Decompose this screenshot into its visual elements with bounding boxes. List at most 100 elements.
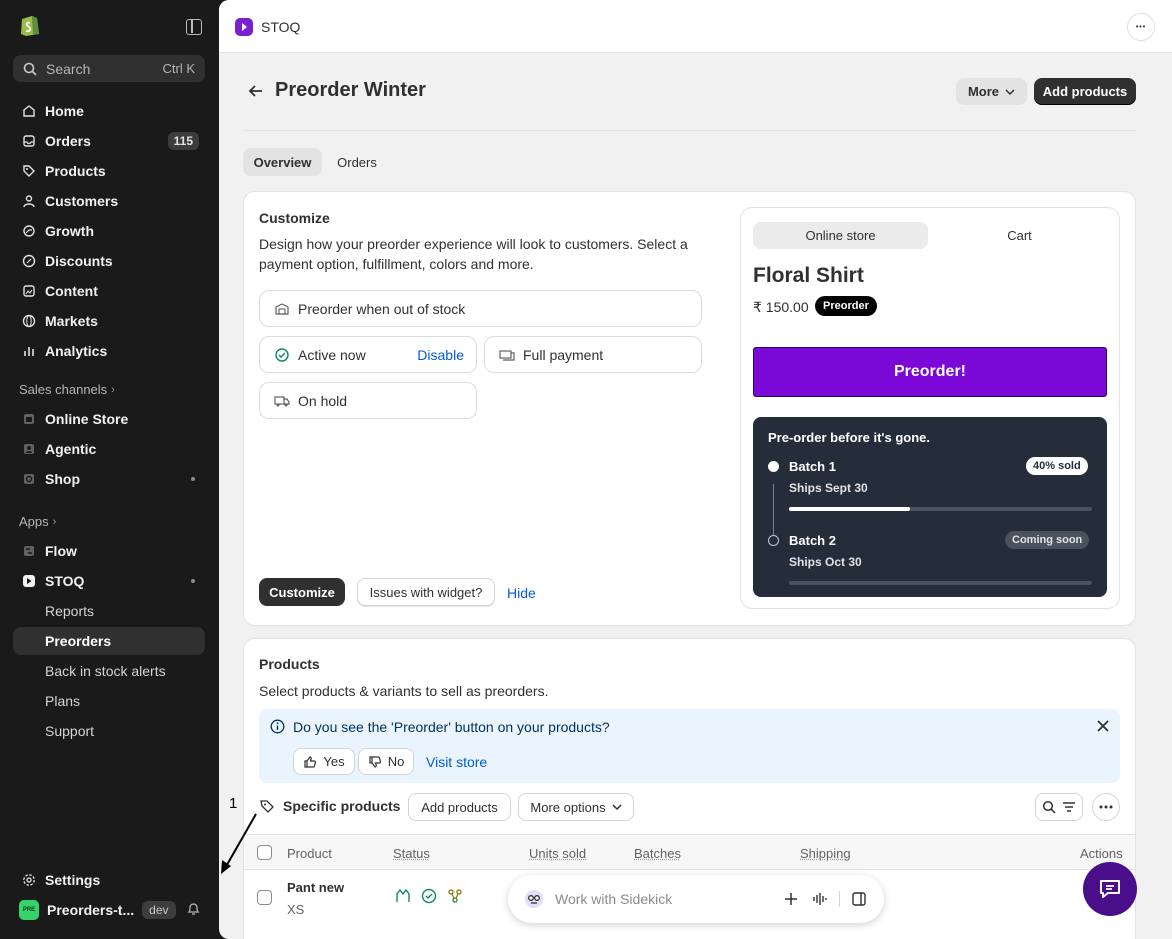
sidebar-item-flow[interactable]: Flow — [13, 537, 205, 565]
more-options-button[interactable]: More options — [518, 793, 634, 821]
sidebar-item-online-store[interactable]: Online Store — [13, 405, 205, 433]
more-button[interactable]: More — [956, 78, 1027, 105]
sidebar-item-markets[interactable]: Markets — [13, 307, 205, 335]
check-circle-icon — [421, 888, 437, 904]
batch-1-status: 40% sold — [1026, 457, 1088, 475]
sidebar-item-label: Reports — [45, 603, 95, 619]
batches-panel: Pre-order before it's gone. Batch 1 Ship… — [753, 417, 1107, 597]
sidekick-bar[interactable]: Work with Sidekick — [508, 875, 884, 923]
tab-orders[interactable]: Orders — [327, 148, 387, 176]
plus-icon[interactable] — [785, 893, 797, 905]
store-switcher[interactable]: PRE Preorders-t... dev — [19, 899, 209, 921]
hide-link[interactable]: Hide — [507, 585, 536, 601]
option-on-hold[interactable]: On hold — [259, 382, 477, 419]
more-actions-button[interactable]: ••• — [1127, 13, 1155, 41]
batch-1-progress — [789, 507, 1092, 511]
orders-count-badge: 115 — [167, 132, 199, 150]
preorder-button[interactable]: Preorder! — [753, 347, 1107, 397]
option-full-payment[interactable]: Full payment — [484, 336, 702, 373]
batch-1-ships: Ships Sept 30 — [789, 481, 868, 495]
preview-tab-cart[interactable]: Cart — [932, 222, 1107, 249]
table-more-button[interactable] — [1092, 793, 1120, 821]
sidebar-item-analytics[interactable]: Analytics — [13, 337, 205, 365]
sidebar-item-label: Back in stock alerts — [45, 663, 166, 679]
tab-overview[interactable]: Overview — [243, 148, 322, 176]
add-products-button[interactable]: Add products — [1034, 78, 1136, 105]
batch-2-status: Coming soon — [1005, 531, 1090, 549]
row-checkbox[interactable] — [257, 890, 272, 905]
column-product[interactable]: Product — [287, 846, 332, 861]
column-units-sold[interactable]: Units sold — [529, 846, 586, 861]
batch-1-dot — [768, 461, 779, 472]
close-icon[interactable] — [1097, 720, 1109, 732]
panel-icon[interactable] — [852, 892, 866, 906]
banner-no-button[interactable]: No — [358, 748, 414, 775]
header-divider — [243, 130, 1136, 131]
sidebar-item-products[interactable]: Products — [13, 157, 205, 185]
sidebar-item-preorders[interactable]: Preorders — [13, 627, 205, 655]
sidebar-item-growth[interactable]: Growth — [13, 217, 205, 245]
sidebar-item-content[interactable]: Content — [13, 277, 205, 305]
bell-icon[interactable] — [187, 902, 200, 916]
batches-heading: Pre-order before it's gone. — [768, 430, 931, 445]
sidebar-item-shop[interactable]: Shop — [13, 465, 205, 493]
sales-channels-section[interactable]: Sales channels › — [19, 382, 115, 397]
customize-button[interactable]: Customize — [259, 578, 345, 606]
banner-yes-button[interactable]: Yes — [293, 748, 355, 775]
store-avatar: PRE — [19, 900, 39, 920]
add-products-inline-button[interactable]: Add products — [408, 793, 511, 821]
row-product-name[interactable]: Pant new — [287, 880, 344, 895]
sidebar-item-label: Online Store — [45, 411, 129, 427]
sidekick-placeholder: Work with Sidekick — [555, 891, 673, 907]
option-active[interactable]: Active now Disable — [259, 336, 477, 373]
home-icon — [21, 103, 37, 119]
column-actions[interactable]: Actions — [1080, 846, 1123, 861]
page-header: Preorder Winter More Add products — [243, 78, 1136, 108]
sidebar-item-label: Settings — [45, 872, 101, 888]
chevron-right-icon: › — [52, 515, 57, 528]
yes-label: Yes — [323, 754, 345, 769]
sidebar-item-discounts[interactable]: Discounts — [13, 247, 205, 275]
search-shortcut: Ctrl K — [162, 61, 196, 76]
agentic-icon — [21, 441, 37, 457]
sidebar-item-settings[interactable]: Settings — [13, 866, 205, 894]
back-arrow-icon[interactable] — [247, 82, 265, 100]
sidebar-item-customers[interactable]: Customers — [13, 187, 205, 215]
option-preorder-stock[interactable]: Preorder when out of stock — [259, 290, 702, 327]
sidebar-item-support[interactable]: Support — [13, 717, 205, 745]
search-bar[interactable]: Search Ctrl K — [13, 55, 205, 82]
option-label: Full payment — [523, 346, 604, 363]
column-batches[interactable]: Batches — [634, 846, 681, 861]
globe-icon — [21, 313, 37, 329]
sidebar-item-label: Markets — [45, 313, 98, 329]
sidebar-item-home[interactable]: Home — [13, 97, 205, 125]
preview-tab-online-store[interactable]: Online store — [753, 222, 928, 249]
sidebar-item-back-in-stock[interactable]: Back in stock alerts — [13, 657, 205, 685]
sidebar-toggle-icon[interactable] — [186, 19, 202, 35]
sidebar-item-reports[interactable]: Reports — [13, 597, 205, 625]
tag-icon — [21, 163, 37, 179]
sidebar-item-label: Preorders — [45, 633, 112, 649]
column-status[interactable]: Status — [393, 846, 430, 861]
shopify-logo-icon[interactable] — [19, 13, 41, 37]
row-variant: XS — [287, 902, 305, 917]
search-filter-button[interactable] — [1035, 793, 1083, 821]
sidebar-item-agentic[interactable]: Agentic — [13, 435, 205, 463]
sidebar-item-orders[interactable]: Orders 115 — [13, 127, 205, 155]
issues-with-widget-button[interactable]: Issues with widget? — [357, 578, 495, 606]
chat-support-button[interactable] — [1083, 862, 1137, 916]
visit-store-link[interactable]: Visit store — [426, 754, 487, 770]
app-name: STOQ — [261, 19, 301, 35]
products-table-header: Product Status Units sold Batches Shippi… — [244, 834, 1135, 870]
preorder-badge: Preorder — [815, 296, 877, 316]
disable-link[interactable]: Disable — [417, 347, 464, 363]
sidebar-item-plans[interactable]: Plans — [13, 687, 205, 715]
column-shipping[interactable]: Shipping — [800, 846, 851, 861]
search-icon — [1042, 800, 1056, 814]
stoq-app-icon — [21, 573, 37, 589]
sidebar-item-stoq[interactable]: STOQ — [13, 567, 205, 595]
specific-products-selector[interactable]: Specific products — [259, 798, 400, 814]
voice-icon[interactable] — [813, 893, 827, 905]
sidebar-item-label: Content — [45, 283, 98, 299]
apps-section[interactable]: Apps › — [19, 514, 56, 529]
